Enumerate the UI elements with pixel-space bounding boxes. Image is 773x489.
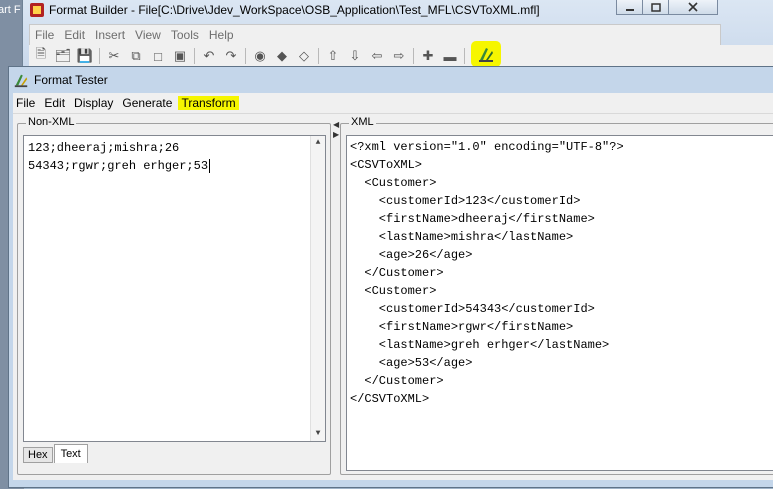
close-button[interactable]	[668, 0, 718, 15]
xml-line: </Customer>	[350, 374, 444, 388]
close-icon	[688, 2, 698, 12]
xml-line: <age>26</age>	[350, 248, 473, 262]
format-builder-app-icon	[30, 3, 44, 17]
ft-menu-transform[interactable]: Transform	[178, 96, 239, 110]
new-file-icon[interactable]: 🗎	[33, 46, 49, 64]
text-caret	[209, 158, 211, 173]
insert-group-icon[interactable]: ◆	[274, 48, 290, 64]
non-xml-line: 54343;rgwr;greh erhger;53	[28, 159, 209, 173]
xml-line: <firstName>dheeraj</firstName>	[350, 212, 595, 226]
move-down-icon[interactable]: ⇩	[347, 48, 363, 64]
scroll-down-arrow-icon[interactable]: ▼	[311, 427, 325, 441]
xml-line: </CSVToXML>	[350, 392, 430, 406]
non-xml-view-tabs: Hex Text	[23, 444, 89, 463]
redo-icon[interactable]: ↷	[223, 48, 239, 64]
format-builder-title: Format Builder - File[C:\Drive\Jdev_Work…	[49, 3, 540, 17]
xml-line: <CSVToXML>	[350, 158, 423, 172]
xml-line: <Customer>	[350, 284, 437, 298]
non-xml-group: Non-XML 123;dheeraj;mishra;26 54343;rgwr…	[17, 116, 331, 475]
ft-menu-generate[interactable]: Generate	[119, 96, 175, 110]
minimize-icon	[626, 9, 634, 11]
format-tester-titlebar[interactable]: Format Tester	[13, 70, 108, 90]
fb-menu-help[interactable]: Help	[204, 28, 239, 42]
move-left-icon[interactable]: ⇦	[369, 48, 385, 64]
non-xml-textarea[interactable]: 123;dheeraj;mishra;26 54343;rgwr;greh er…	[23, 135, 326, 442]
undo-icon[interactable]: ↶	[201, 48, 217, 64]
format-tester-app-icon	[14, 74, 28, 88]
non-xml-label: Non-XML	[26, 116, 77, 128]
format-tester-icon	[479, 48, 493, 62]
fb-menu-tools[interactable]: Tools	[166, 28, 204, 42]
xml-line: <customerId>123</customerId>	[350, 194, 581, 208]
xml-line: <customerId>54343</customerId>	[350, 302, 595, 316]
open-folder-icon[interactable]: 🗂	[55, 48, 72, 64]
maximize-button[interactable]	[642, 0, 670, 15]
toolbar-separator	[413, 48, 414, 64]
insert-reference-icon[interactable]: ◇	[296, 48, 312, 64]
collapse-left-arrow-icon[interactable]: ◀	[333, 120, 339, 129]
format-builder-menubar: File Edit Insert View Tools Help	[29, 24, 721, 46]
xml-line: <lastName>mishra</lastName>	[350, 230, 574, 244]
background-app-text: art F	[0, 4, 21, 16]
toolbar-separator	[245, 48, 246, 64]
format-tester-menubar: File Edit Display Generate Transform	[13, 93, 773, 114]
format-tester-window: Format Tester File Edit Display Generate…	[8, 66, 773, 488]
xml-line: </Customer>	[350, 266, 444, 280]
expand-icon[interactable]: ✚	[420, 48, 436, 64]
scroll-up-arrow-icon[interactable]: ▲	[311, 136, 325, 150]
fb-menu-edit[interactable]: Edit	[59, 28, 90, 42]
non-xml-line: 123;dheeraj;mishra;26	[28, 141, 180, 155]
format-tester-button[interactable]	[471, 41, 501, 67]
fb-menu-view[interactable]: View	[130, 28, 166, 42]
xml-line: <age>53</age>	[350, 356, 473, 370]
fb-menu-file[interactable]: File	[30, 28, 59, 42]
xml-output-area[interactable]: <?xml version="1.0" encoding="UTF-8"?> <…	[346, 135, 773, 471]
move-right-icon[interactable]: ⇨	[391, 48, 407, 64]
xml-line: <lastName>greh erhger</lastName>	[350, 338, 610, 352]
toolbar-separator	[318, 48, 319, 64]
toolbar-separator	[99, 48, 100, 64]
xml-group: XML <?xml version="1.0" encoding="UTF-8"…	[340, 116, 773, 475]
move-up-icon[interactable]: ⇧	[325, 48, 341, 64]
format-builder-toolbar: 🗎 🗂 💾 ✂ ⧉ □ ▣ ↶ ↷ ◉ ◆ ◇ ⇧ ⇩ ⇦ ⇨ ✚ ▬	[29, 41, 773, 67]
format-tester-title: Format Tester	[34, 73, 108, 87]
insert-field-icon[interactable]: ◉	[252, 48, 268, 64]
xml-line: <firstName>rgwr</firstName>	[350, 320, 574, 334]
collapse-right-arrow-icon[interactable]: ▶	[333, 130, 339, 139]
format-tester-content: Non-XML 123;dheeraj;mishra;26 54343;rgwr…	[13, 114, 773, 480]
ft-menu-file[interactable]: File	[13, 96, 38, 110]
format-builder-titlebar[interactable]: Format Builder - File[C:\Drive\Jdev_Work…	[29, 1, 540, 19]
ft-menu-display[interactable]: Display	[71, 96, 116, 110]
cut-icon[interactable]: ✂	[106, 48, 122, 64]
maximize-icon	[651, 2, 661, 12]
paste-special-icon[interactable]: ▣	[172, 48, 188, 64]
tab-text[interactable]: Text	[53, 444, 88, 463]
non-xml-scrollbar[interactable]: ▲ ▼	[310, 136, 325, 441]
xml-label: XML	[349, 116, 376, 128]
xml-line: <Customer>	[350, 176, 437, 190]
xml-line: <?xml version="1.0" encoding="UTF-8"?>	[350, 140, 624, 154]
toolbar-separator	[464, 48, 465, 64]
copy-icon[interactable]: ⧉	[128, 48, 144, 64]
tab-hex[interactable]: Hex	[23, 447, 53, 463]
minimize-button[interactable]	[616, 0, 644, 15]
collapse-icon[interactable]: ▬	[442, 48, 458, 64]
pane-splitter[interactable]: ◀ ▶	[332, 118, 340, 476]
non-xml-line-with-caret: 54343;rgwr;greh erhger;53	[28, 157, 321, 175]
paste-icon[interactable]: □	[150, 48, 166, 64]
save-icon[interactable]: 💾	[77, 48, 93, 64]
toolbar-separator	[194, 48, 195, 64]
ft-menu-edit[interactable]: Edit	[41, 96, 68, 110]
fb-menu-insert[interactable]: Insert	[90, 28, 130, 42]
